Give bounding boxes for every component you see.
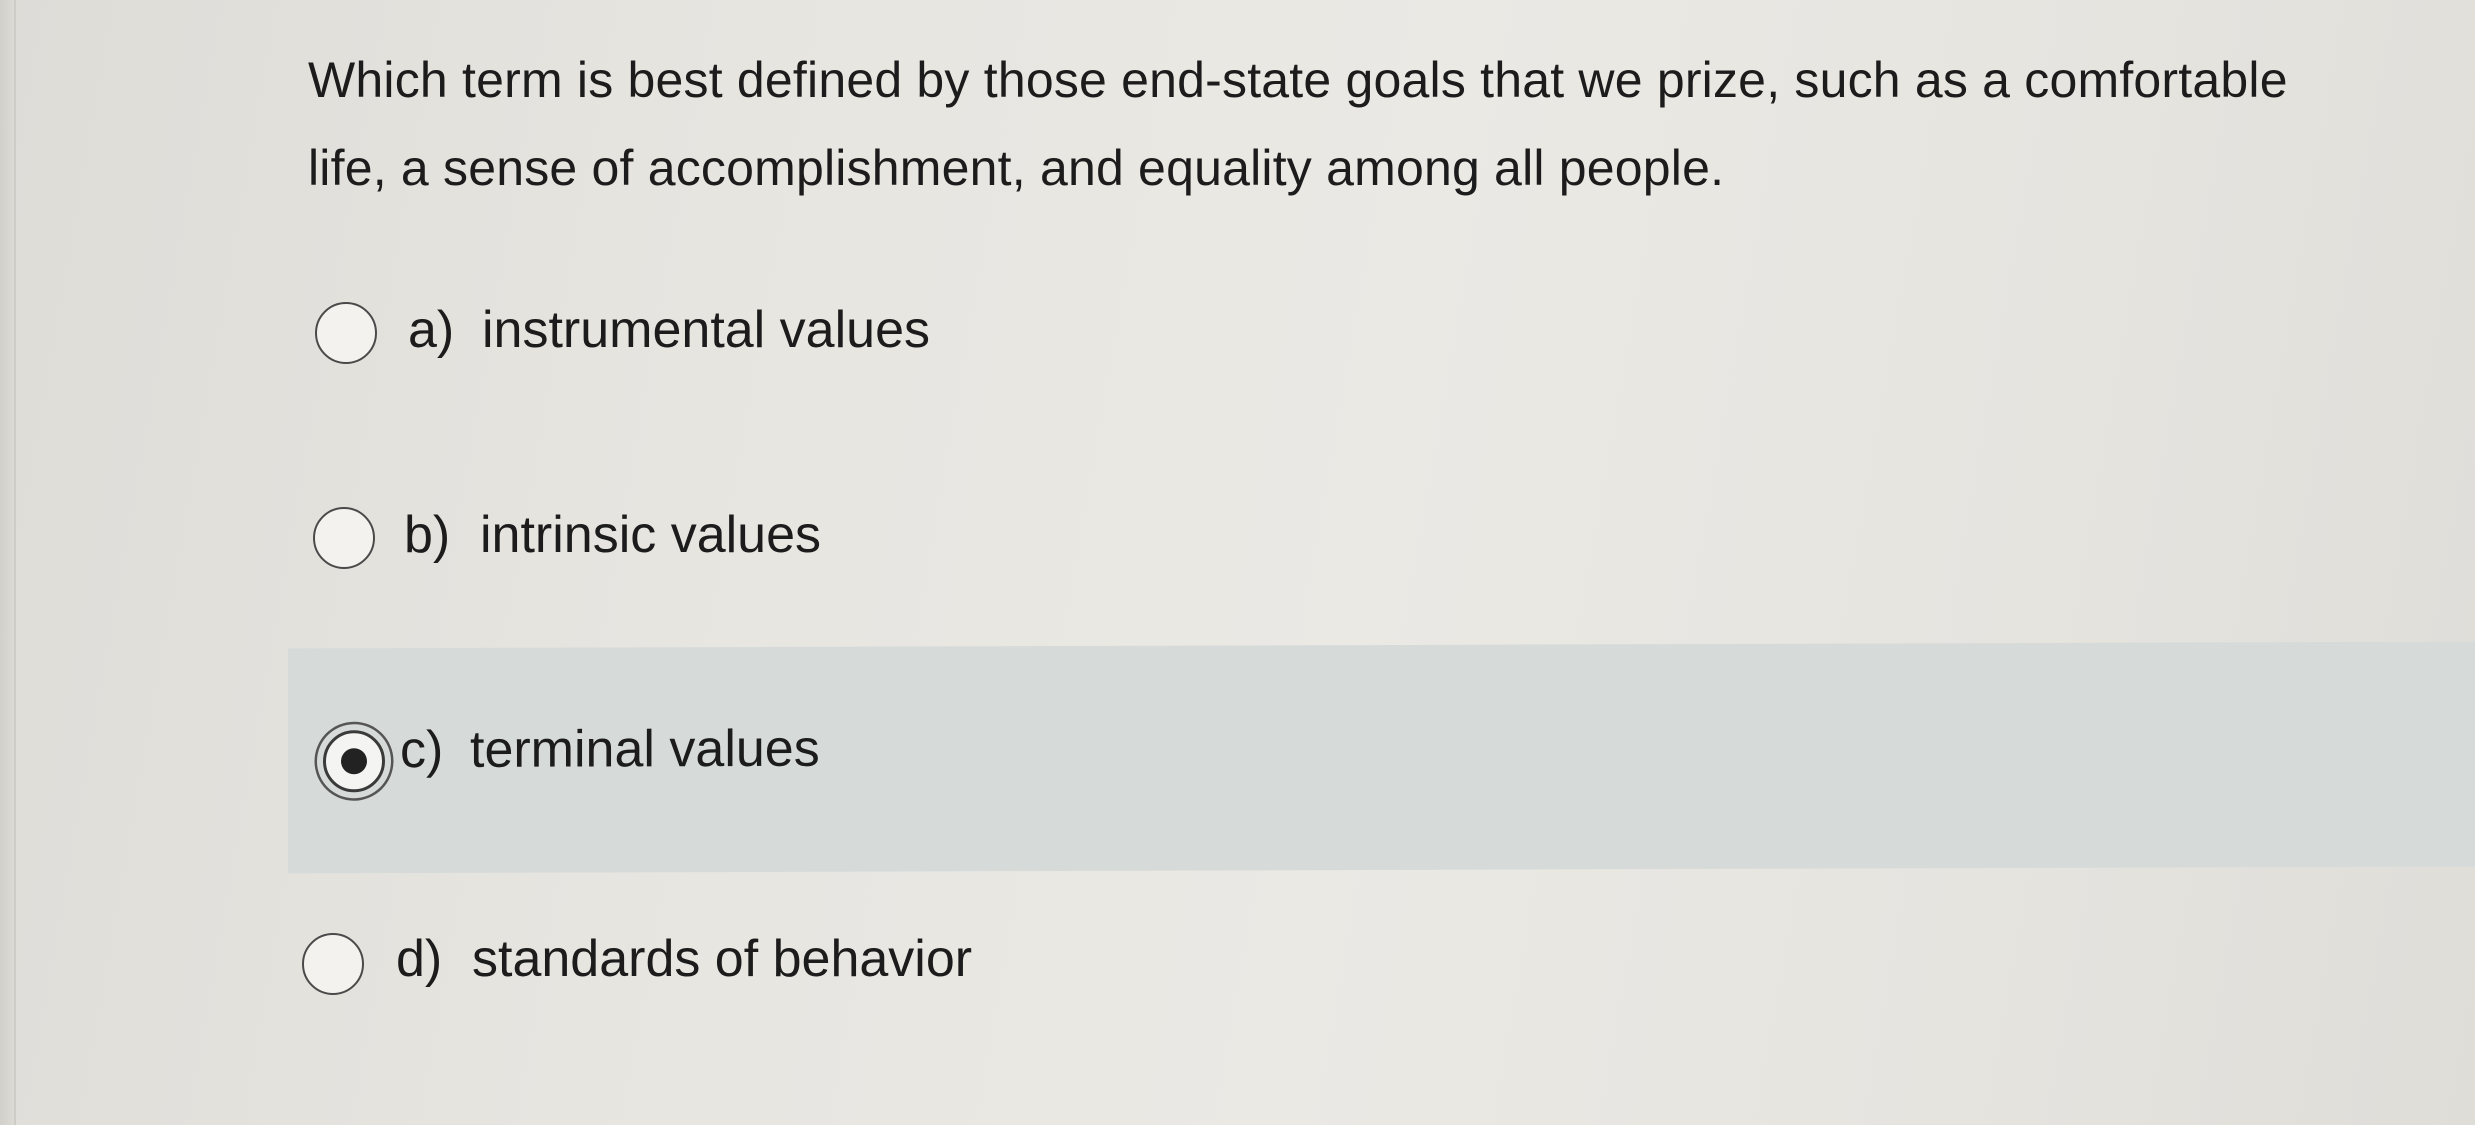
option-c-letter: c): [400, 720, 444, 780]
radio-button-c[interactable]: [323, 730, 385, 793]
radio-button-b[interactable]: [313, 507, 375, 569]
option-b-letter: b): [404, 506, 451, 564]
option-a[interactable]: a) instrumental values: [290, 280, 2475, 390]
answer-options: a) instrumental values b) intrinsic valu…: [0, 0, 2475, 1125]
option-d-letter: d): [396, 930, 443, 988]
option-d[interactable]: d) standards of behavior: [290, 905, 2475, 1015]
option-b[interactable]: b) intrinsic values: [290, 485, 2475, 595]
option-c[interactable]: c) terminal values: [288, 641, 2475, 874]
radio-button-a[interactable]: [315, 302, 377, 364]
option-a-label: instrumental values: [482, 301, 930, 359]
radio-button-d[interactable]: [302, 933, 364, 995]
radio-selected-dot: [341, 748, 367, 775]
option-a-letter: a): [408, 301, 455, 359]
option-b-label: intrinsic values: [480, 506, 822, 564]
option-d-label: standards of behavior: [472, 930, 973, 988]
option-c-label: terminal values: [470, 719, 820, 779]
